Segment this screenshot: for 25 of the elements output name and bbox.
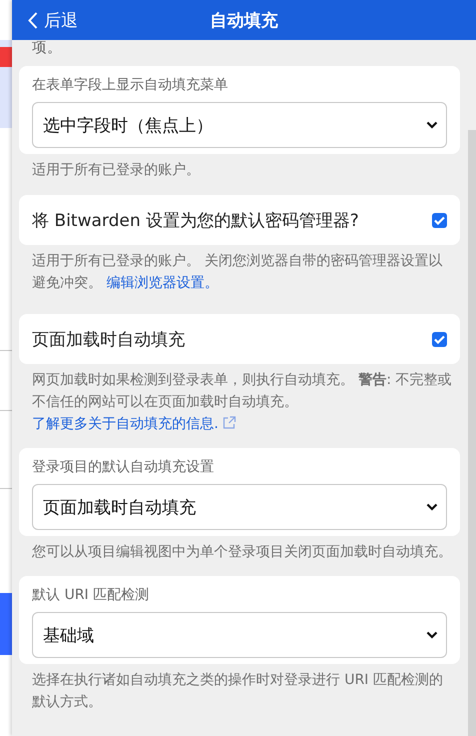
help-text: 适用于所有已登录的账户。	[31, 161, 201, 180]
field-label: 默认 URI 匹配检测	[32, 586, 150, 604]
chevron-down-icon	[426, 631, 438, 639]
help-text: 网页加载时如果检测到登录表单，则执行自动填充。 警告: 不完整或不信任的网站可以在页面加载时自动填充。 了解更多关于自动填充的信息.	[31, 371, 453, 434]
checkbox[interactable]	[432, 212, 447, 228]
dropdown-select[interactable]: 基础域	[32, 612, 447, 658]
help-text: 选择在执行诸如自动填充之类的操作时对登录进行 URI 匹配检测的默认方式。	[31, 671, 444, 712]
checkbox[interactable]	[432, 332, 447, 346]
dropdown-select[interactable]: 页面加载时自动填充	[32, 484, 447, 530]
chevron-down-icon	[426, 121, 438, 129]
setting-label: 将 Bitwarden 设置为您的默认密码管理器?	[32, 210, 359, 232]
help-text: 您可以从项目编辑视图中为单个登录项目关闭页面加载时自动填充。	[31, 543, 453, 562]
help-link[interactable]: 编辑浏览器设置。	[106, 275, 218, 291]
page-title: 自动填充	[210, 10, 278, 30]
field-label: 在表单字段上显示自动填充菜单	[32, 76, 229, 94]
help-link[interactable]: 了解更多关于自动填充的信息.	[32, 416, 236, 432]
chevron-left-icon	[28, 12, 38, 28]
external-link-icon	[222, 416, 236, 430]
setting-label: 页面加载时自动填充	[32, 328, 185, 350]
help-text: 适用于所有已登录的账户。 关闭您浏览器自带的密码管理器设置以避免冲突。 编辑浏览器设置。	[31, 252, 444, 293]
field-label: 登录项目的默认自动填充设置	[32, 458, 215, 476]
chevron-down-icon	[426, 503, 438, 511]
help-text: 项。	[32, 40, 63, 57]
dropdown-select[interactable]: 选中字段时（焦点上）	[32, 102, 447, 148]
back-button[interactable]: 后退	[28, 8, 78, 32]
